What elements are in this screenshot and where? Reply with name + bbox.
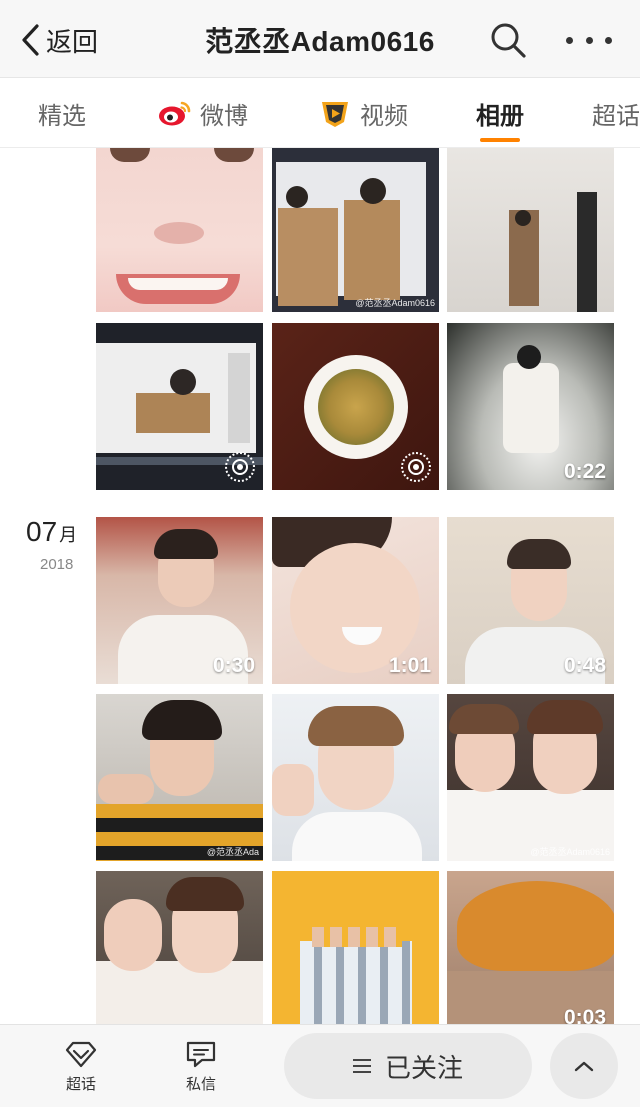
tab-label: 视频	[360, 102, 408, 130]
follow-label: 已关注	[384, 1052, 463, 1083]
photo-thumbnail[interactable]: 0:48	[447, 517, 614, 684]
follow-status-button[interactable]: 已关注	[284, 1033, 532, 1099]
tab-label: 相册	[476, 102, 524, 130]
page-title: 范丞丞Adam0616	[205, 26, 435, 57]
bottom-bar: 超话 私信 已关注	[0, 1024, 640, 1107]
photo-thumbnail[interactable]	[96, 871, 263, 1024]
video-duration: 0:48	[563, 654, 606, 677]
watermark: @范丞丞Ada	[206, 847, 259, 857]
photo-thumbnail[interactable]	[96, 148, 263, 312]
photo-thumbnail[interactable]	[447, 148, 614, 312]
video-duration: 1:01	[388, 654, 431, 677]
top-bar: 返回 范丞丞Adam0616	[0, 0, 640, 78]
message-button[interactable]: 私信	[166, 1039, 236, 1094]
menu-icon	[352, 1059, 371, 1073]
watermark: @范丞丞Adam0616	[530, 847, 610, 857]
weibo-logo-icon	[159, 101, 191, 126]
supertopic-button[interactable]: 超话	[46, 1039, 116, 1094]
photo-thumbnail[interactable]: 0:30	[96, 517, 263, 684]
tab-label: 超话	[592, 102, 640, 130]
photo-thumbnail[interactable]	[272, 323, 439, 490]
tab-featured[interactable]: 精选	[38, 78, 86, 148]
search-icon[interactable]	[488, 20, 528, 60]
live-photo-icon	[401, 452, 431, 482]
photo-thumbnail[interactable]: 0:03	[447, 871, 614, 1024]
diamond-icon	[65, 1041, 97, 1068]
tab-video[interactable]: 视频	[318, 78, 408, 148]
tab-supertopic[interactable]: 超话	[592, 78, 640, 148]
photo-thumbnail[interactable]: @范丞丞Adam0616	[447, 694, 614, 861]
video-duration: 0:22	[563, 460, 606, 483]
tab-album[interactable]: 相册	[476, 78, 524, 148]
tab-label: 微博	[200, 102, 248, 130]
video-play-icon	[322, 102, 348, 127]
video-duration: 0:30	[212, 654, 255, 677]
watermark: @范丞丞Adam0616	[355, 298, 435, 308]
profile-tabs: 精选 微博 视频 相册 超话	[0, 78, 640, 148]
photo-thumbnail[interactable]: 1:01	[272, 517, 439, 684]
message-label: 私信	[185, 1076, 216, 1093]
month-label: 07 月	[26, 516, 78, 547]
year-label: 2018	[40, 556, 74, 573]
photo-thumbnail[interactable]	[272, 871, 439, 1024]
chevron-up-icon	[574, 1061, 594, 1072]
expand-button[interactable]	[550, 1033, 618, 1099]
photo-thumbnail[interactable]: @范丞丞Ada	[96, 694, 263, 861]
photo-thumbnail[interactable]: @范丞丞Adam0616	[272, 148, 439, 312]
live-photo-icon	[225, 452, 255, 482]
supertopic-label: 超话	[65, 1076, 96, 1093]
chat-bubble-icon	[186, 1041, 216, 1068]
photo-thumbnail[interactable]: 0:22	[447, 323, 614, 490]
tab-weibo[interactable]: 微博	[158, 78, 248, 148]
video-duration: 0:03	[563, 1006, 606, 1024]
more-options-icon[interactable]	[566, 28, 612, 52]
photo-thumbnail[interactable]	[272, 694, 439, 861]
tab-label: 精选	[38, 102, 86, 130]
photo-thumbnail[interactable]	[96, 323, 263, 490]
